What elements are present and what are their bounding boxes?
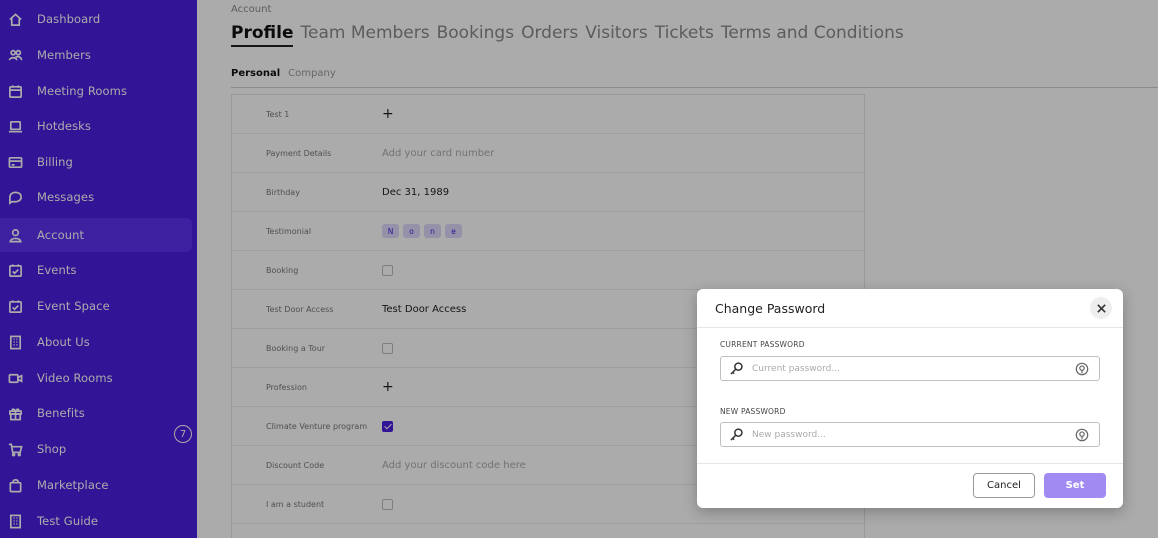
change-password-modal: Change Password CURRENT PASSWORD NEW PAS…	[697, 289, 1123, 508]
eye-icon[interactable]	[1075, 361, 1091, 377]
current-password-field	[720, 356, 1100, 381]
cancel-button[interactable]: Cancel	[973, 473, 1035, 498]
close-button[interactable]	[1090, 297, 1112, 319]
new-password-label: NEW PASSWORD	[720, 407, 786, 416]
new-password-field	[720, 422, 1100, 447]
modal-title: Change Password	[715, 301, 826, 316]
current-password-input[interactable]	[752, 363, 1075, 374]
current-password-label: CURRENT PASSWORD	[720, 340, 805, 349]
key-icon	[729, 361, 745, 377]
eye-icon[interactable]	[1075, 427, 1091, 443]
close-icon	[1096, 303, 1106, 313]
key-icon	[729, 427, 745, 443]
divider	[697, 327, 1123, 328]
set-button[interactable]: Set	[1044, 473, 1106, 498]
divider	[697, 463, 1123, 464]
new-password-input[interactable]	[752, 429, 1075, 440]
